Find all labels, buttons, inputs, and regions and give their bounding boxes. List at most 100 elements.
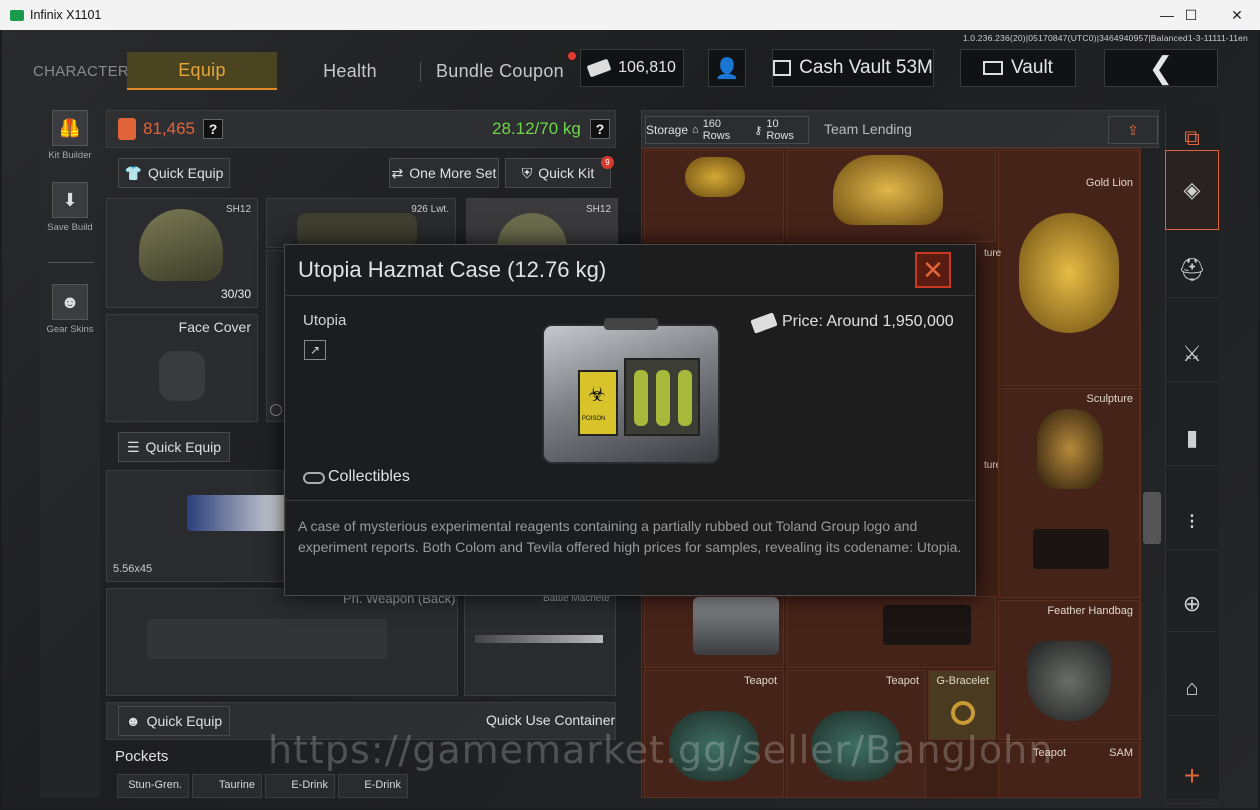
window-title: Infinix X1101	[30, 8, 102, 22]
case-label-text: POISON	[582, 416, 606, 422]
modal-title: Utopia Hazmat Case (12.76 kg)	[298, 257, 607, 282]
tab-character[interactable]: CHARACTER	[33, 52, 129, 90]
item-label: G-Bracelet	[936, 675, 989, 687]
one-more-set-button[interactable]: ⇄ One More Set	[389, 158, 499, 188]
storage-scrollbar[interactable]	[1143, 492, 1161, 544]
storage-item[interactable]	[786, 150, 996, 242]
pri-weapon-back-slot[interactable]: Pri. Weapon (Back)	[106, 588, 458, 696]
quick-equip-weapon-button[interactable]: ☰ Quick Equip	[118, 432, 230, 462]
melee-slot[interactable]: Battle Machete	[464, 588, 616, 696]
vault-icon	[983, 61, 1004, 75]
cash-vault-button[interactable]: Cash Vault 53M	[772, 49, 934, 87]
helmet-durability: 30/30	[220, 287, 251, 301]
quick-equip-container-button[interactable]: ☻ Quick Equip	[118, 706, 230, 736]
helmet-icon: ⛑	[1178, 256, 1206, 282]
pocket-item[interactable]: E-Drink	[338, 774, 408, 798]
primary-weapon-slot[interactable]: 5.56x45	[106, 470, 287, 582]
storage-item[interactable]: Feather Handbag	[998, 600, 1140, 740]
save-build-button[interactable]: ⬇ Save Build	[40, 182, 100, 233]
pocket-item[interactable]: Taurine	[192, 774, 262, 798]
add-category-button[interactable]: +	[1165, 748, 1219, 804]
item-label: Teapot	[885, 675, 919, 687]
storage-item[interactable]: Gold Lion	[998, 150, 1140, 386]
tab-health[interactable]: Health	[290, 52, 410, 90]
key-icon: ⚷	[754, 124, 763, 137]
hazmat-case-image: ☣ POISON	[542, 318, 720, 478]
modal-close-button[interactable]: ✕	[915, 252, 951, 288]
helmet2-tag: SH12	[585, 204, 611, 215]
gold-lion-figure-image	[1019, 213, 1119, 333]
ammo-type: 5.56x45	[113, 563, 153, 575]
category-magazine-button[interactable]: ▮	[1165, 410, 1219, 466]
maximize-button[interactable]: ☐	[1168, 0, 1214, 30]
category-attachment-button[interactable]: ⊕	[1165, 576, 1219, 632]
window-titlebar: Infinix X1101 — ☐ ✕	[0, 0, 1260, 30]
item-label: Feather Handbag	[1047, 605, 1133, 617]
modal-subtitle: Utopia	[303, 312, 347, 329]
armor-slot[interactable]: 926 Lwt.	[266, 198, 456, 248]
face-cover-slot[interactable]: Face Cover	[106, 314, 258, 422]
kit-builder-button[interactable]: 🦺 Kit Builder	[40, 110, 100, 161]
armor-tag: 926 Lwt.	[411, 204, 449, 215]
sculpture-head-image	[1037, 409, 1103, 489]
back-button[interactable]: ❮	[1104, 49, 1218, 87]
hazmat-case-image	[693, 597, 779, 655]
category-helmet-button[interactable]: ⛑	[1165, 242, 1219, 298]
version-string: 1.0.236.236(20)|05170847(UTC0)|346494095…	[962, 33, 1248, 43]
gear-skins-button[interactable]: ☻ Gear Skins	[40, 284, 100, 335]
pocket-item[interactable]: E-Drink	[265, 774, 335, 798]
sort-button[interactable]: ⇪	[1108, 116, 1158, 144]
collectibles-icon	[303, 472, 325, 484]
quick-equip-button[interactable]: 👕 Quick Equip	[118, 158, 230, 188]
weight-help-icon[interactable]: ?	[590, 119, 610, 139]
storage-tab[interactable]: Storage ⌂ 160 Rows ⚷ 10 Rows	[645, 116, 809, 144]
cash-display[interactable]: 106,810	[580, 49, 684, 87]
item-label: SAM	[1109, 747, 1133, 759]
container-icon: ☻	[125, 713, 141, 729]
close-window-button[interactable]: ✕	[1214, 0, 1260, 30]
item-label: Gold Lion	[1085, 177, 1133, 189]
pocket-item-label: Stun-Gren.	[128, 779, 182, 791]
category-weapon-button[interactable]: ⚔	[1165, 326, 1219, 382]
weapon-list-icon: ☰	[126, 438, 140, 455]
cash-amount: 106,810	[618, 59, 676, 76]
share-icon[interactable]: ↗	[304, 340, 326, 360]
category-ammo-button[interactable]: ⁝	[1165, 494, 1219, 550]
storage-item[interactable]	[786, 596, 996, 668]
vial	[678, 370, 692, 426]
settings-small-icon[interactable]	[270, 404, 282, 416]
item-label: ture	[984, 248, 1002, 259]
quick-kit-label: Quick Kit	[538, 165, 595, 181]
helmet2-slot[interactable]: SH12	[466, 198, 618, 249]
tab-bundle-coupon[interactable]: Bundle Coupon	[430, 52, 570, 90]
mask-icon: ☻	[52, 284, 88, 320]
team-lending-tab[interactable]: Team Lending	[824, 121, 912, 137]
nav-divider	[48, 262, 94, 263]
helmet-slot[interactable]: SH12 30/30	[106, 198, 258, 308]
operator-button[interactable]: 👤	[708, 49, 746, 87]
notification-dot	[568, 52, 576, 60]
cash-vault-label: Cash Vault 53M	[799, 57, 933, 78]
gold-lion-image	[833, 155, 943, 225]
vial	[634, 370, 648, 426]
magazine-icon: ▮	[1185, 424, 1199, 450]
helmet-tag: SH12	[225, 204, 251, 215]
modal-category: Collectibles	[328, 468, 410, 485]
vault-button[interactable]: Vault	[960, 49, 1076, 87]
tab-equip[interactable]: Equip	[127, 52, 277, 90]
home-icon: ⌂	[692, 124, 699, 136]
rifle-icon: ⚔	[1182, 340, 1202, 366]
category-all-button[interactable]: ◈	[1165, 150, 1219, 230]
quick-kit-button[interactable]: ⛨ Quick Kit	[505, 158, 611, 188]
storage-item[interactable]: Sculpture	[998, 388, 1140, 598]
backpack-icon	[118, 118, 136, 140]
storage-item[interactable]	[644, 596, 784, 668]
vial	[656, 370, 670, 426]
plus-icon: +	[1183, 759, 1201, 791]
category-consumable-button[interactable]: ⌂	[1165, 660, 1219, 716]
quick-equip-weapon-label: Quick Equip	[145, 439, 222, 455]
storage-item[interactable]	[644, 150, 784, 242]
value-help-icon[interactable]: ?	[203, 119, 223, 139]
layers-icon: ◈	[1183, 177, 1201, 202]
pocket-item[interactable]: Stun-Gren.	[117, 774, 189, 798]
